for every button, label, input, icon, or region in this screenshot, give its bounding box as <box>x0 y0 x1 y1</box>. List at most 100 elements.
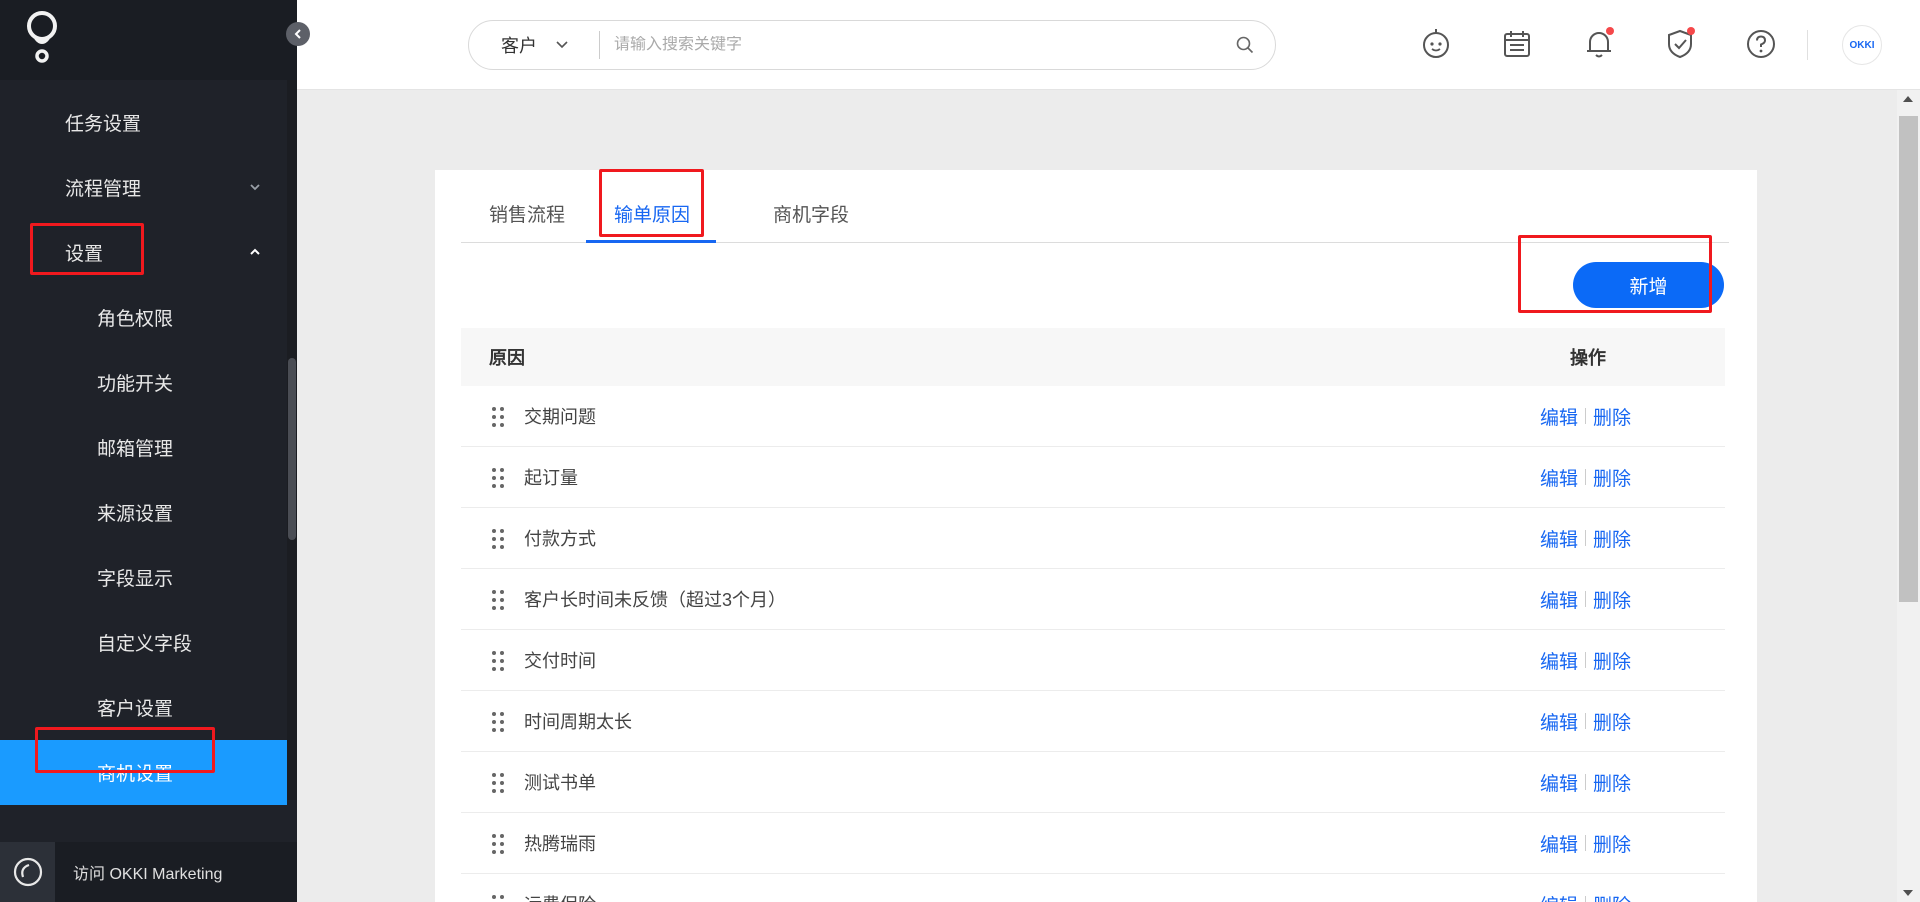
sidebar-item-field-display[interactable]: 字段显示 <box>0 545 287 610</box>
drag-handle-icon[interactable] <box>491 589 505 611</box>
edit-link[interactable]: 编辑 <box>1540 586 1578 613</box>
drag-handle-icon[interactable] <box>491 833 505 855</box>
sidebar-item-label: 商机设置 <box>97 764 174 785</box>
sidebar-item-customer-settings[interactable]: 客户设置 <box>0 675 287 740</box>
sidebar-item-opportunity-settings[interactable]: 商机设置 <box>0 740 287 805</box>
sidebar-scrollbar-thumb[interactable] <box>288 358 296 540</box>
edit-link[interactable]: 编辑 <box>1540 464 1578 491</box>
search-icon[interactable] <box>1215 35 1275 55</box>
row-actions: 编辑删除 <box>1540 464 1631 491</box>
action-separator <box>1585 713 1587 729</box>
delete-link[interactable]: 删除 <box>1593 891 1631 902</box>
sidebar-item-label: 字段显示 <box>97 569 174 590</box>
action-separator <box>1585 774 1587 790</box>
action-separator <box>1585 652 1587 668</box>
logo-area <box>0 0 297 80</box>
reason-name: 热腾瑞雨 <box>524 834 596 854</box>
notification-bell-icon[interactable] <box>1582 27 1616 61</box>
sidebar-item-label: 流程管理 <box>65 179 142 200</box>
sidebar-item-feature-toggles[interactable]: 功能开关 <box>0 350 287 415</box>
collapse-sidebar-button[interactable] <box>286 22 310 46</box>
action-separator <box>1585 896 1587 902</box>
delete-link[interactable]: 删除 <box>1593 525 1631 552</box>
row-actions: 编辑删除 <box>1540 769 1631 796</box>
row-actions: 编辑删除 <box>1540 525 1631 552</box>
sidebar-item-settings[interactable]: 设置 <box>0 220 287 285</box>
help-icon[interactable] <box>1744 27 1778 61</box>
delete-link[interactable]: 删除 <box>1593 464 1631 491</box>
drag-handle-icon[interactable] <box>491 650 505 672</box>
reason-name: 付款方式 <box>524 529 596 549</box>
edit-link[interactable]: 编辑 <box>1540 403 1578 430</box>
page-scrollbar[interactable] <box>1897 90 1920 902</box>
sidebar-item-label: 功能开关 <box>97 374 174 395</box>
delete-link[interactable]: 删除 <box>1593 708 1631 735</box>
drag-handle-icon[interactable] <box>491 894 505 902</box>
sidebar-item-label: 角色权限 <box>97 309 174 330</box>
edit-link[interactable]: 编辑 <box>1540 891 1578 902</box>
delete-link[interactable]: 删除 <box>1593 647 1631 674</box>
table-row: 交期问题 编辑 删除 <box>461 386 1725 447</box>
header-separator <box>1807 30 1808 60</box>
table-row: 客户长时间未反馈（超过3个月） 编辑 删除 <box>461 569 1725 630</box>
tab-sales-process[interactable]: 销售流程 <box>489 200 565 227</box>
edit-link[interactable]: 编辑 <box>1540 708 1578 735</box>
table-body: 交期问题 编辑 删除 起订量 编辑 删除 付款方式 编辑 删除 客户长时间未反馈（超过3个月） 编辑… <box>461 386 1725 902</box>
search-input[interactable] <box>600 36 1215 54</box>
table-row: 交付时间 编辑 删除 <box>461 630 1725 691</box>
chevron-left-icon <box>294 29 301 39</box>
calendar-icon[interactable] <box>1500 27 1534 61</box>
scroll-down-arrow-icon[interactable] <box>1903 890 1913 896</box>
reason-name: 交期问题 <box>524 407 596 427</box>
sidebar-item-mailbox-management[interactable]: 邮箱管理 <box>0 415 287 480</box>
action-separator <box>1585 591 1587 607</box>
sidebar-item-source-settings[interactable]: 来源设置 <box>0 480 287 545</box>
scroll-up-arrow-icon[interactable] <box>1903 96 1913 102</box>
sidebar-menu: 任务设置 流程管理 设置 角色权限 功能开关 邮箱管理 来源设置 字段显示 自定… <box>0 90 287 805</box>
edit-link[interactable]: 编辑 <box>1540 525 1578 552</box>
sidebar-footer-marketing-link[interactable]: 访问 OKKI Marketing <box>0 842 297 902</box>
table-row: 起订量 编辑 删除 <box>461 447 1725 508</box>
add-reason-button[interactable]: 新增 <box>1573 262 1724 308</box>
drag-handle-icon[interactable] <box>491 772 505 794</box>
sidebar-item-label: 自定义字段 <box>97 634 193 655</box>
assistant-bot-icon[interactable] <box>1419 27 1453 61</box>
search-category-label: 客户 <box>501 36 537 56</box>
edit-link[interactable]: 编辑 <box>1540 830 1578 857</box>
chevron-down-icon <box>556 41 568 49</box>
drag-handle-icon[interactable] <box>491 467 505 489</box>
action-separator <box>1585 408 1587 424</box>
sidebar-item-task-settings[interactable]: 任务设置 <box>0 90 287 155</box>
delete-link[interactable]: 删除 <box>1593 769 1631 796</box>
brand-logo-icon[interactable] <box>22 10 62 65</box>
search-category-select[interactable]: 客户 <box>469 32 599 58</box>
drag-handle-icon[interactable] <box>491 406 505 428</box>
drag-handle-icon[interactable] <box>491 528 505 550</box>
delete-link[interactable]: 删除 <box>1593 830 1631 857</box>
security-shield-icon[interactable] <box>1663 27 1697 61</box>
tab-opportunity-fields[interactable]: 商机字段 <box>773 200 849 227</box>
chevron-up-icon <box>250 248 260 255</box>
row-actions: 编辑删除 <box>1540 403 1631 430</box>
edit-link[interactable]: 编辑 <box>1540 647 1578 674</box>
edit-link[interactable]: 编辑 <box>1540 769 1578 796</box>
tab-lost-reasons[interactable]: 输单原因 <box>614 200 690 227</box>
sidebar-item-custom-fields[interactable]: 自定义字段 <box>0 610 287 675</box>
okki-marketing-icon <box>0 842 55 902</box>
reason-name: 时间周期太长 <box>524 712 632 732</box>
sidebar-item-label: 设置 <box>65 244 104 265</box>
delete-link[interactable]: 删除 <box>1593 586 1631 613</box>
action-separator <box>1585 469 1587 485</box>
page-scrollbar-thumb[interactable] <box>1899 116 1918 602</box>
drag-handle-icon[interactable] <box>491 711 505 733</box>
row-actions: 编辑 删除 <box>1540 891 1631 902</box>
table-row: 付款方式 编辑 删除 <box>461 508 1725 569</box>
sidebar-item-process-management[interactable]: 流程管理 <box>0 155 287 220</box>
delete-link[interactable]: 删除 <box>1593 403 1631 430</box>
row-actions: 编辑删除 <box>1540 830 1631 857</box>
sidebar-item-role-permissions[interactable]: 角色权限 <box>0 285 287 350</box>
active-tab-indicator <box>586 240 716 243</box>
reason-name: 交付时间 <box>524 651 596 671</box>
action-separator <box>1585 530 1587 546</box>
avatar[interactable]: OKKI <box>1842 25 1882 65</box>
